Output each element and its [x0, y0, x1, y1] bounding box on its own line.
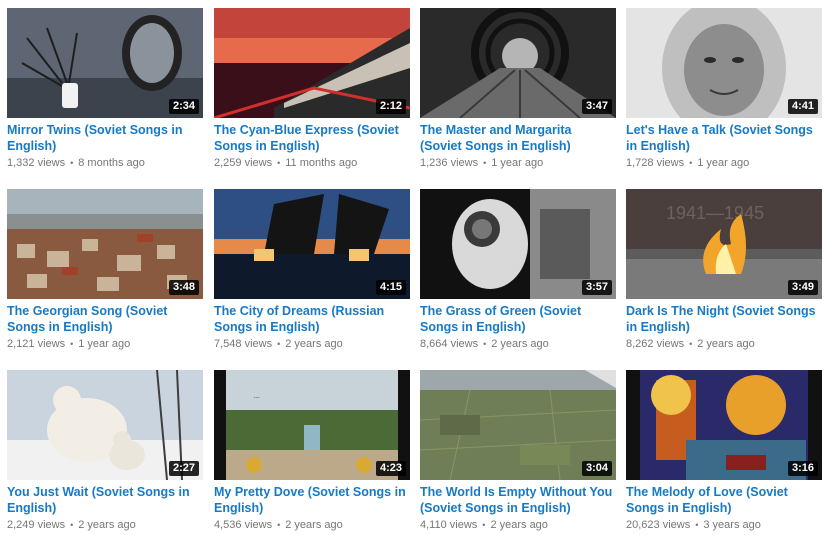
- video-card: 1941—1945 3:49 Dark Is The Night (Soviet…: [626, 189, 822, 351]
- video-title-link[interactable]: Dark Is The Night (Soviet Songs in Engli…: [626, 303, 822, 335]
- duration-badge: 4:41: [787, 99, 818, 114]
- upload-age: 3 years ago: [703, 519, 761, 531]
- view-count: 2,249 views: [7, 519, 66, 531]
- upload-age: 2 years ago: [490, 519, 548, 531]
- separator-dot: •: [482, 520, 486, 530]
- upload-age: 1 year ago: [697, 157, 750, 169]
- duration-badge: 3:04: [581, 461, 612, 476]
- view-count: 20,623 views: [626, 519, 691, 531]
- separator-dot: •: [277, 520, 281, 530]
- video-thumbnail[interactable]: 1941—1945 3:49: [626, 189, 822, 299]
- upload-age: 2 years ago: [78, 519, 136, 531]
- video-card: 3:04 The World Is Empty Without You (Sov…: [420, 370, 616, 532]
- video-card: 2:27 You Just Wait (Soviet Songs in Engl…: [7, 370, 203, 532]
- upload-age: 2 years ago: [697, 338, 755, 350]
- upload-age: 2 years ago: [285, 519, 343, 531]
- view-count: 8,664 views: [420, 338, 479, 350]
- view-count: 4,110 views: [420, 519, 478, 531]
- video-meta: 1,332 views • 8 months ago: [7, 156, 203, 170]
- view-count: 4,536 views: [214, 519, 273, 531]
- video-thumbnail[interactable]: 3:48: [7, 189, 203, 299]
- video-meta: 1,236 views • 1 year ago: [420, 156, 616, 170]
- upload-age: 2 years ago: [285, 338, 343, 350]
- duration-badge: 2:34: [168, 99, 199, 114]
- duration-badge: 3:47: [581, 99, 612, 114]
- separator-dot: •: [70, 339, 74, 349]
- video-thumbnail[interactable]: 4:15: [214, 189, 410, 299]
- video-thumbnail[interactable]: 2:34: [7, 8, 203, 118]
- video-card: ... 4:23 My Pretty Dove (Soviet Songs in…: [214, 370, 410, 532]
- video-thumbnail[interactable]: 3:04: [420, 370, 616, 480]
- video-title-link[interactable]: Let's Have a Talk (Soviet Songs in Engli…: [626, 122, 822, 154]
- duration-badge: 3:57: [581, 280, 612, 295]
- view-count: 2,121 views: [7, 338, 66, 350]
- video-card: 2:12 The Cyan-Blue Express (Soviet Songs…: [214, 8, 410, 170]
- video-meta: 2,259 views • 11 months ago: [214, 156, 410, 170]
- duration-badge: 2:27: [168, 461, 199, 476]
- upload-age: 1 year ago: [491, 157, 544, 169]
- video-title-link[interactable]: The Melody of Love (Soviet Songs in Engl…: [626, 484, 822, 516]
- video-card: 4:41 Let's Have a Talk (Soviet Songs in …: [626, 8, 822, 170]
- video-meta: 4,110 views • 2 years ago: [420, 518, 616, 532]
- video-card: 2:34 Mirror Twins (Soviet Songs in Engli…: [7, 8, 203, 170]
- upload-age: 2 years ago: [491, 338, 549, 350]
- video-meta: 20,623 views • 3 years ago: [626, 518, 822, 532]
- view-count: 2,259 views: [214, 157, 273, 169]
- video-meta: 8,262 views • 2 years ago: [626, 337, 822, 351]
- video-title-link[interactable]: The Cyan-Blue Express (Soviet Songs in E…: [214, 122, 410, 154]
- video-title-link[interactable]: The City of Dreams (Russian Songs in Eng…: [214, 303, 410, 335]
- upload-age: 1 year ago: [78, 338, 131, 350]
- duration-badge: 3:16: [787, 461, 818, 476]
- duration-badge: 3:48: [168, 280, 199, 295]
- video-title-link[interactable]: The World Is Empty Without You (Soviet S…: [420, 484, 616, 516]
- video-meta: 2,249 views • 2 years ago: [7, 518, 203, 532]
- duration-badge: 2:12: [375, 99, 406, 114]
- video-meta: 4,536 views • 2 years ago: [214, 518, 410, 532]
- duration-badge: 4:15: [375, 280, 406, 295]
- separator-dot: •: [277, 339, 281, 349]
- svg-text:...: ...: [254, 391, 260, 400]
- video-card: 3:16 The Melody of Love (Soviet Songs in…: [626, 370, 822, 532]
- view-count: 1,332 views: [7, 157, 66, 169]
- video-card: 4:15 The City of Dreams (Russian Songs i…: [214, 189, 410, 351]
- video-thumbnail[interactable]: 4:41: [626, 8, 822, 118]
- upload-age: 11 months ago: [285, 157, 358, 169]
- video-thumbnail[interactable]: 3:47: [420, 8, 616, 118]
- view-count: 8,262 views: [626, 338, 685, 350]
- video-title-link[interactable]: The Master and Margarita (Soviet Songs i…: [420, 122, 616, 154]
- video-card: 3:48 The Georgian Song (Soviet Songs in …: [7, 189, 203, 351]
- video-meta: 2,121 views • 1 year ago: [7, 337, 203, 351]
- video-thumbnail[interactable]: 2:27: [7, 370, 203, 480]
- duration-badge: 3:49: [787, 280, 818, 295]
- video-title-link[interactable]: The Georgian Song (Soviet Songs in Engli…: [7, 303, 203, 335]
- video-card: 3:47 The Master and Margarita (Soviet So…: [420, 8, 616, 170]
- separator-dot: •: [70, 520, 74, 530]
- view-count: 1,236 views: [420, 157, 479, 169]
- view-count: 7,548 views: [214, 338, 273, 350]
- separator-dot: •: [695, 520, 699, 530]
- separator-dot: •: [277, 158, 281, 168]
- separator-dot: •: [483, 158, 487, 168]
- separator-dot: •: [483, 339, 487, 349]
- video-grid: 2:34 Mirror Twins (Soviet Songs in Engli…: [0, 0, 828, 535]
- duration-badge: 4:23: [375, 461, 406, 476]
- video-thumbnail[interactable]: 3:57: [420, 189, 616, 299]
- video-thumbnail[interactable]: 2:12: [214, 8, 410, 118]
- separator-dot: •: [70, 158, 74, 168]
- upload-age: 8 months ago: [78, 157, 145, 169]
- video-card: 3:57 The Grass of Green (Soviet Songs in…: [420, 189, 616, 351]
- separator-dot: •: [689, 158, 693, 168]
- video-title-link[interactable]: The Grass of Green (Soviet Songs in Engl…: [420, 303, 616, 335]
- video-meta: 1,728 views • 1 year ago: [626, 156, 822, 170]
- video-title-link[interactable]: You Just Wait (Soviet Songs in English): [7, 484, 203, 516]
- video-meta: 7,548 views • 2 years ago: [214, 337, 410, 351]
- video-thumbnail[interactable]: ... 4:23: [214, 370, 410, 480]
- view-count: 1,728 views: [626, 157, 685, 169]
- video-meta: 8,664 views • 2 years ago: [420, 337, 616, 351]
- video-title-link[interactable]: My Pretty Dove (Soviet Songs in English): [214, 484, 410, 516]
- separator-dot: •: [689, 339, 693, 349]
- video-title-link[interactable]: Mirror Twins (Soviet Songs in English): [7, 122, 203, 154]
- video-thumbnail[interactable]: 3:16: [626, 370, 822, 480]
- svg-text:1941—1945: 1941—1945: [666, 203, 764, 223]
